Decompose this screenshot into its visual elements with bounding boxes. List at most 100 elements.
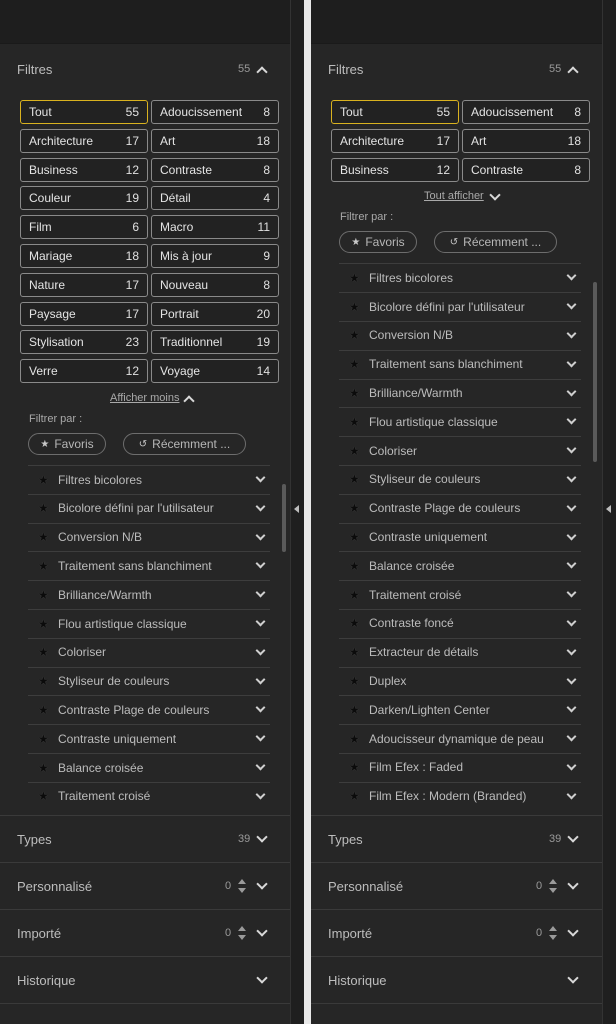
favorite-star-icon[interactable]: ★ (349, 760, 361, 774)
section-header[interactable]: Importé 0 (0, 910, 290, 956)
favorite-star-icon[interactable]: ★ (349, 645, 361, 659)
favorite-star-icon[interactable]: ★ (349, 789, 361, 803)
category-tag[interactable]: Business 12 (20, 157, 148, 182)
favorite-star-icon[interactable]: ★ (349, 415, 361, 429)
filter-list-item[interactable]: ★ Film Efex : Modern (Branded) (339, 781, 581, 810)
list-scrollbar[interactable] (593, 282, 597, 462)
chevron-up-icon[interactable] (183, 395, 195, 407)
chevron-down-icon[interactable] (489, 189, 501, 202)
category-tag[interactable]: Mis à jour 9 (151, 244, 279, 268)
filter-list-item[interactable]: ★ Coloriser (28, 637, 270, 666)
category-tag[interactable]: Contraste 8 (462, 157, 590, 182)
filter-list-item[interactable]: ★ Contraste uniquement (28, 724, 270, 752)
filter-list-item[interactable]: ★ Brilliance/Warmth (28, 580, 270, 608)
list-scrollbar[interactable] (282, 484, 286, 552)
category-tag[interactable]: Détail 4 (151, 186, 279, 211)
favorite-star-icon[interactable]: ★ (349, 732, 361, 746)
collapse-arrow-icon[interactable] (294, 505, 299, 513)
category-tag[interactable]: Portrait 20 (151, 301, 279, 326)
category-tag[interactable]: Mariage 18 (20, 244, 148, 268)
filter-list-item[interactable]: ★ Bicolore défini par l'utilisateur (28, 493, 270, 522)
category-tag[interactable]: Business 12 (331, 157, 459, 182)
panel-side-strip[interactable] (602, 0, 616, 1024)
favorite-star-icon[interactable]: ★ (349, 444, 361, 458)
favorite-star-icon[interactable]: ★ (38, 530, 50, 544)
favorite-star-icon[interactable]: ★ (349, 501, 361, 515)
section-header[interactable]: Historique (0, 957, 290, 1003)
stepper-icon[interactable] (238, 926, 246, 940)
favorite-star-icon[interactable]: ★ (349, 588, 361, 602)
favorite-star-icon[interactable]: ★ (38, 761, 50, 775)
filters-section-header[interactable]: Filtres 55 (311, 46, 602, 92)
favorite-star-icon[interactable]: ★ (349, 328, 361, 342)
favorite-star-icon[interactable]: ★ (38, 588, 50, 602)
filter-list-item[interactable]: ★ Flou artistique classique (28, 609, 270, 637)
recent-pill[interactable]: ↺ Récemment ... (434, 231, 557, 254)
category-tag[interactable]: Film 6 (20, 215, 148, 240)
category-tag[interactable]: Nature 17 (20, 272, 148, 297)
collapse-arrow-icon[interactable] (606, 505, 611, 513)
category-tag[interactable]: Voyage 14 (151, 359, 279, 384)
filter-list-item[interactable]: ★ Bicolore défini par l'utilisateur (339, 292, 581, 320)
category-tag[interactable]: Stylisation 23 (20, 330, 148, 355)
favorite-star-icon[interactable]: ★ (349, 530, 361, 544)
filter-list-item[interactable]: ★ Contraste uniquement (339, 522, 581, 551)
stepper-icon[interactable] (549, 879, 557, 893)
category-tag[interactable]: Tout 55 (331, 100, 459, 124)
filter-list-item[interactable]: ★ Styliseur de couleurs (28, 666, 270, 695)
filter-list-item[interactable]: ★ Extracteur de détails (339, 637, 581, 666)
category-tag[interactable]: Macro 11 (151, 215, 279, 240)
section-header[interactable]: Types 39 (0, 816, 290, 862)
favorite-star-icon[interactable]: ★ (349, 386, 361, 400)
category-tag[interactable]: Contraste 8 (151, 157, 279, 182)
favorite-star-icon[interactable]: ★ (38, 473, 50, 487)
category-tag[interactable]: Traditionnel 19 (151, 330, 279, 355)
category-tag[interactable]: Paysage 17 (20, 301, 148, 326)
category-tag[interactable]: Art 18 (462, 128, 590, 153)
category-tag[interactable]: Tout 55 (20, 100, 148, 124)
filter-list-item[interactable]: ★ Duplex (339, 666, 581, 695)
category-tag[interactable]: Nouveau 8 (151, 272, 279, 297)
filter-list-item[interactable]: ★ Film Efex : Faded (339, 752, 581, 781)
show-all-link[interactable]: Tout afficher (424, 190, 484, 202)
favorites-pill[interactable]: ★ Favoris (28, 433, 106, 455)
category-tag[interactable]: Art 18 (151, 128, 279, 153)
favorite-star-icon[interactable]: ★ (349, 674, 361, 688)
filter-list-item[interactable]: ★ Traitement sans blanchiment (339, 349, 581, 378)
favorite-star-icon[interactable]: ★ (38, 617, 50, 631)
favorite-star-icon[interactable]: ★ (349, 616, 361, 630)
section-header[interactable]: Historique (311, 957, 602, 1003)
filter-list-item[interactable]: ★ Adoucisseur dynamique de peau (339, 724, 581, 752)
favorite-star-icon[interactable]: ★ (349, 271, 361, 285)
filter-list-item[interactable]: ★ Filtres bicolores (339, 263, 581, 291)
category-tag[interactable]: Couleur 19 (20, 186, 148, 211)
favorites-pill[interactable]: ★ Favoris (339, 231, 417, 254)
filter-list-item[interactable]: ★ Traitement croisé (339, 580, 581, 608)
favorite-star-icon[interactable]: ★ (38, 645, 50, 659)
filter-list-item[interactable]: ★ Balance croisée (339, 551, 581, 579)
favorite-star-icon[interactable]: ★ (349, 472, 361, 486)
favorite-star-icon[interactable]: ★ (38, 789, 50, 803)
stepper-icon[interactable] (238, 879, 246, 893)
section-header[interactable]: Types 39 (311, 816, 602, 862)
favorite-star-icon[interactable]: ★ (38, 501, 50, 515)
panel-side-strip[interactable] (290, 0, 304, 1024)
favorite-star-icon[interactable]: ★ (38, 732, 50, 746)
filter-list-item[interactable]: ★ Contraste foncé (339, 608, 581, 637)
favorite-star-icon[interactable]: ★ (38, 703, 50, 717)
filter-list-item[interactable]: ★ Contraste Plage de couleurs (339, 493, 581, 522)
favorite-star-icon[interactable]: ★ (38, 559, 50, 573)
filter-list-item[interactable]: ★ Traitement croisé (28, 781, 270, 810)
favorite-star-icon[interactable]: ★ (349, 357, 361, 371)
category-tag[interactable]: Architecture 17 (331, 128, 459, 153)
filter-list-item[interactable]: ★ Traitement sans blanchiment (28, 551, 270, 579)
category-tag[interactable]: Architecture 17 (20, 128, 148, 153)
show-less-link[interactable]: Afficher moins (110, 392, 180, 404)
favorite-star-icon[interactable]: ★ (349, 703, 361, 717)
filter-list-item[interactable]: ★ Filtres bicolores (28, 465, 270, 493)
filter-list-item[interactable]: ★ Coloriser (339, 436, 581, 464)
filter-list-item[interactable]: ★ Balance croisée (28, 753, 270, 781)
filter-list-item[interactable]: ★ Flou artistique classique (339, 407, 581, 435)
filter-list-item[interactable]: ★ Contraste Plage de couleurs (28, 695, 270, 723)
stepper-icon[interactable] (549, 926, 557, 940)
